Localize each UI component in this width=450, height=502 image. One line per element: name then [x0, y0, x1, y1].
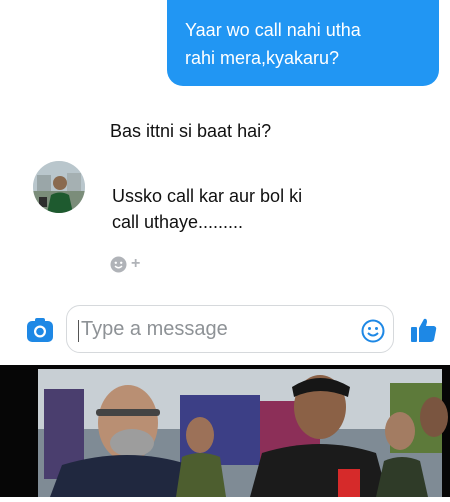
emoji-button[interactable]	[361, 319, 385, 343]
reaction-smiley-icon	[110, 256, 127, 272]
smiley-icon	[361, 319, 385, 343]
camera-button[interactable]	[27, 318, 53, 342]
message-input[interactable]: Type a message	[66, 305, 394, 353]
reaction-plus-label: +	[131, 255, 141, 272]
contact-avatar[interactable]	[33, 161, 85, 213]
received-message-1[interactable]: Bas ittni si baat hai?	[110, 118, 271, 144]
text-caret	[78, 320, 79, 342]
meme-photo	[0, 365, 450, 497]
sent-message-bubble[interactable]: Yaar wo call nahi utha rahi mera,kyakaru…	[167, 0, 439, 86]
sent-message-line-2: rahi mera,kyakaru?	[185, 48, 340, 68]
meme-photo-image	[0, 365, 450, 497]
message-input-placeholder: Type a message	[81, 318, 228, 340]
received-message-2-line-1[interactable]: Ussko call kar aur bol ki	[112, 183, 302, 209]
message-composer: Type a message	[0, 300, 450, 360]
add-reaction-button[interactable]: +	[110, 255, 140, 273]
sent-message-line-1: Yaar wo call nahi utha	[185, 20, 361, 40]
avatar-photo	[33, 161, 85, 213]
like-button[interactable]	[410, 316, 438, 344]
camera-icon	[27, 318, 53, 342]
thumbs-up-icon	[411, 318, 437, 342]
received-message-2-line-2[interactable]: call uthaye.........	[112, 209, 243, 235]
